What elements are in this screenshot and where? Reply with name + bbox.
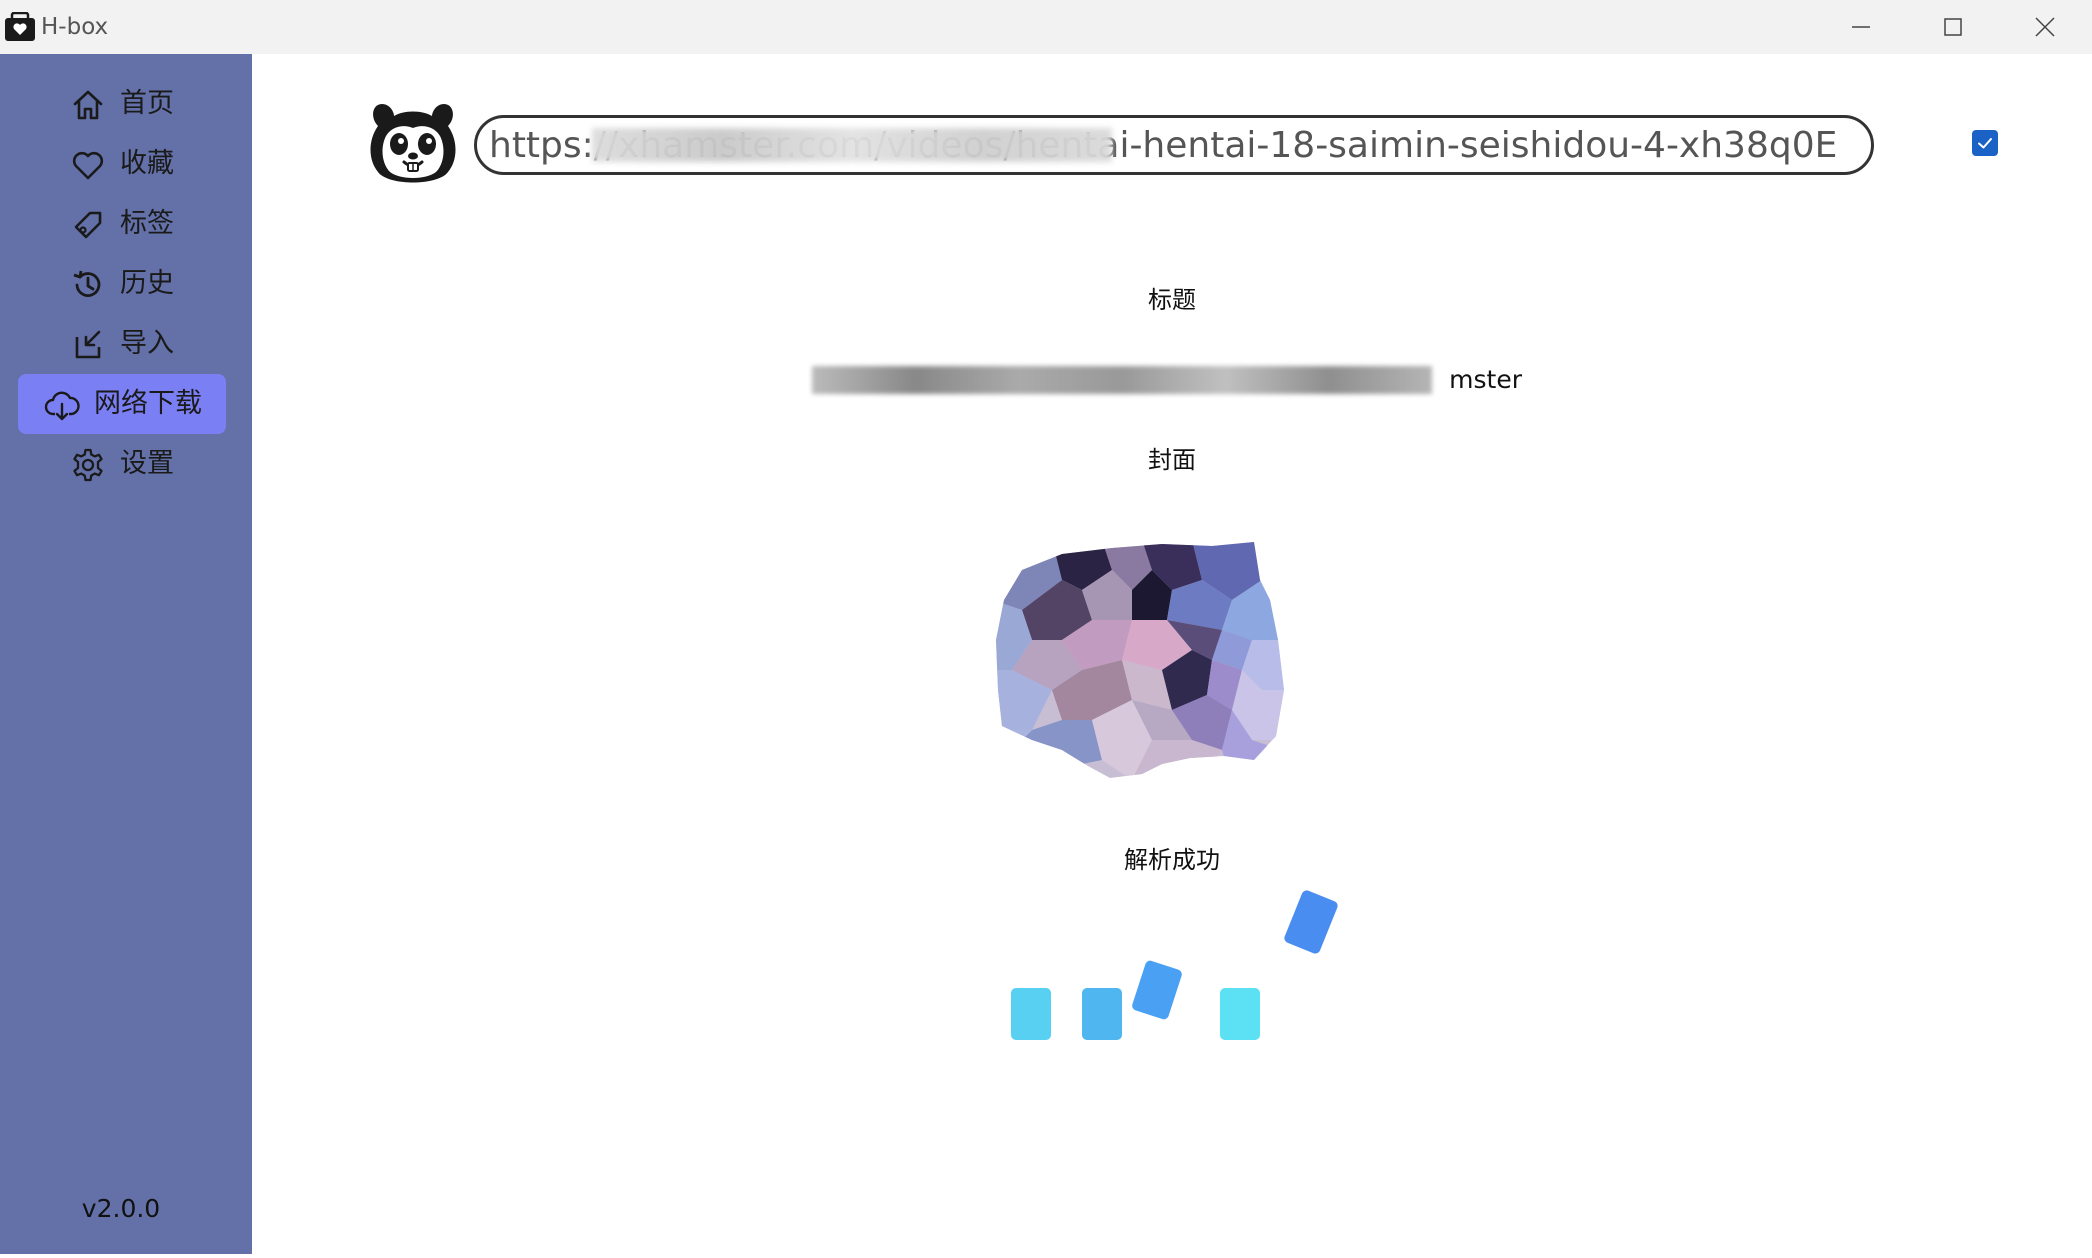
app-title: H-box — [41, 14, 109, 40]
app-logo-icon — [5, 12, 35, 41]
history-icon — [73, 270, 101, 297]
sidebar-item-label: 设置 — [120, 448, 174, 479]
title-redaction — [812, 366, 1432, 394]
sidebar-item-settings[interactable]: 设置 — [18, 434, 226, 494]
url-input-wrapper[interactable] — [474, 115, 1874, 175]
close-icon — [2035, 17, 2055, 37]
sidebar-item-favorites[interactable]: 收藏 — [18, 134, 226, 194]
app-version: v2.0.0 — [81, 1194, 161, 1223]
status-text: 解析成功 — [1124, 846, 1220, 874]
title-label: 标题 — [1148, 286, 1196, 314]
sidebar-item-home[interactable]: 首页 — [18, 74, 226, 134]
minimize-icon — [1852, 26, 1870, 28]
minimize-button[interactable] — [1816, 0, 1906, 54]
url-redaction — [592, 128, 1112, 162]
loader-block — [1082, 988, 1122, 1040]
tag-icon — [74, 211, 102, 239]
loader-block — [1011, 988, 1051, 1040]
heart-icon — [72, 151, 104, 180]
maximize-icon — [1944, 18, 1962, 36]
loader-block — [1220, 988, 1260, 1040]
close-button[interactable] — [2000, 0, 2090, 54]
sidebar-item-history[interactable]: 历史 — [18, 254, 226, 314]
checkmark-icon — [1978, 138, 1992, 149]
sidebar-item-label: 首页 — [120, 88, 174, 119]
sidebar: 首页 收藏 标签 历史 导入 网络下载 设置 v2.0.0 — [0, 54, 252, 1254]
title-bar: H-box — [0, 0, 2092, 54]
sidebar-item-label: 导入 — [120, 328, 174, 359]
hamster-logo-icon — [370, 104, 456, 183]
sidebar-item-label: 网络下载 — [94, 388, 202, 419]
maximize-button[interactable] — [1908, 0, 1998, 54]
sidebar-item-label: 历史 — [120, 268, 174, 299]
cloud-download-icon — [44, 391, 80, 421]
import-icon — [75, 330, 101, 359]
loader-block — [1282, 888, 1340, 956]
sidebar-item-tags[interactable]: 标签 — [18, 194, 226, 254]
auto-parse-checkbox[interactable] — [1972, 130, 1998, 156]
sidebar-item-label: 标签 — [120, 208, 174, 239]
cover-label: 封面 — [1148, 446, 1196, 474]
sidebar-item-label: 收藏 — [120, 148, 174, 179]
sidebar-item-import[interactable]: 导入 — [18, 314, 226, 374]
loader-block — [1130, 959, 1184, 1021]
home-icon — [73, 90, 103, 120]
cover-image — [996, 542, 1284, 778]
sidebar-item-web-download[interactable]: 网络下载 — [18, 374, 226, 434]
download-panel: 标题 mster 封面 — [252, 54, 2092, 1254]
gear-icon — [73, 448, 103, 482]
